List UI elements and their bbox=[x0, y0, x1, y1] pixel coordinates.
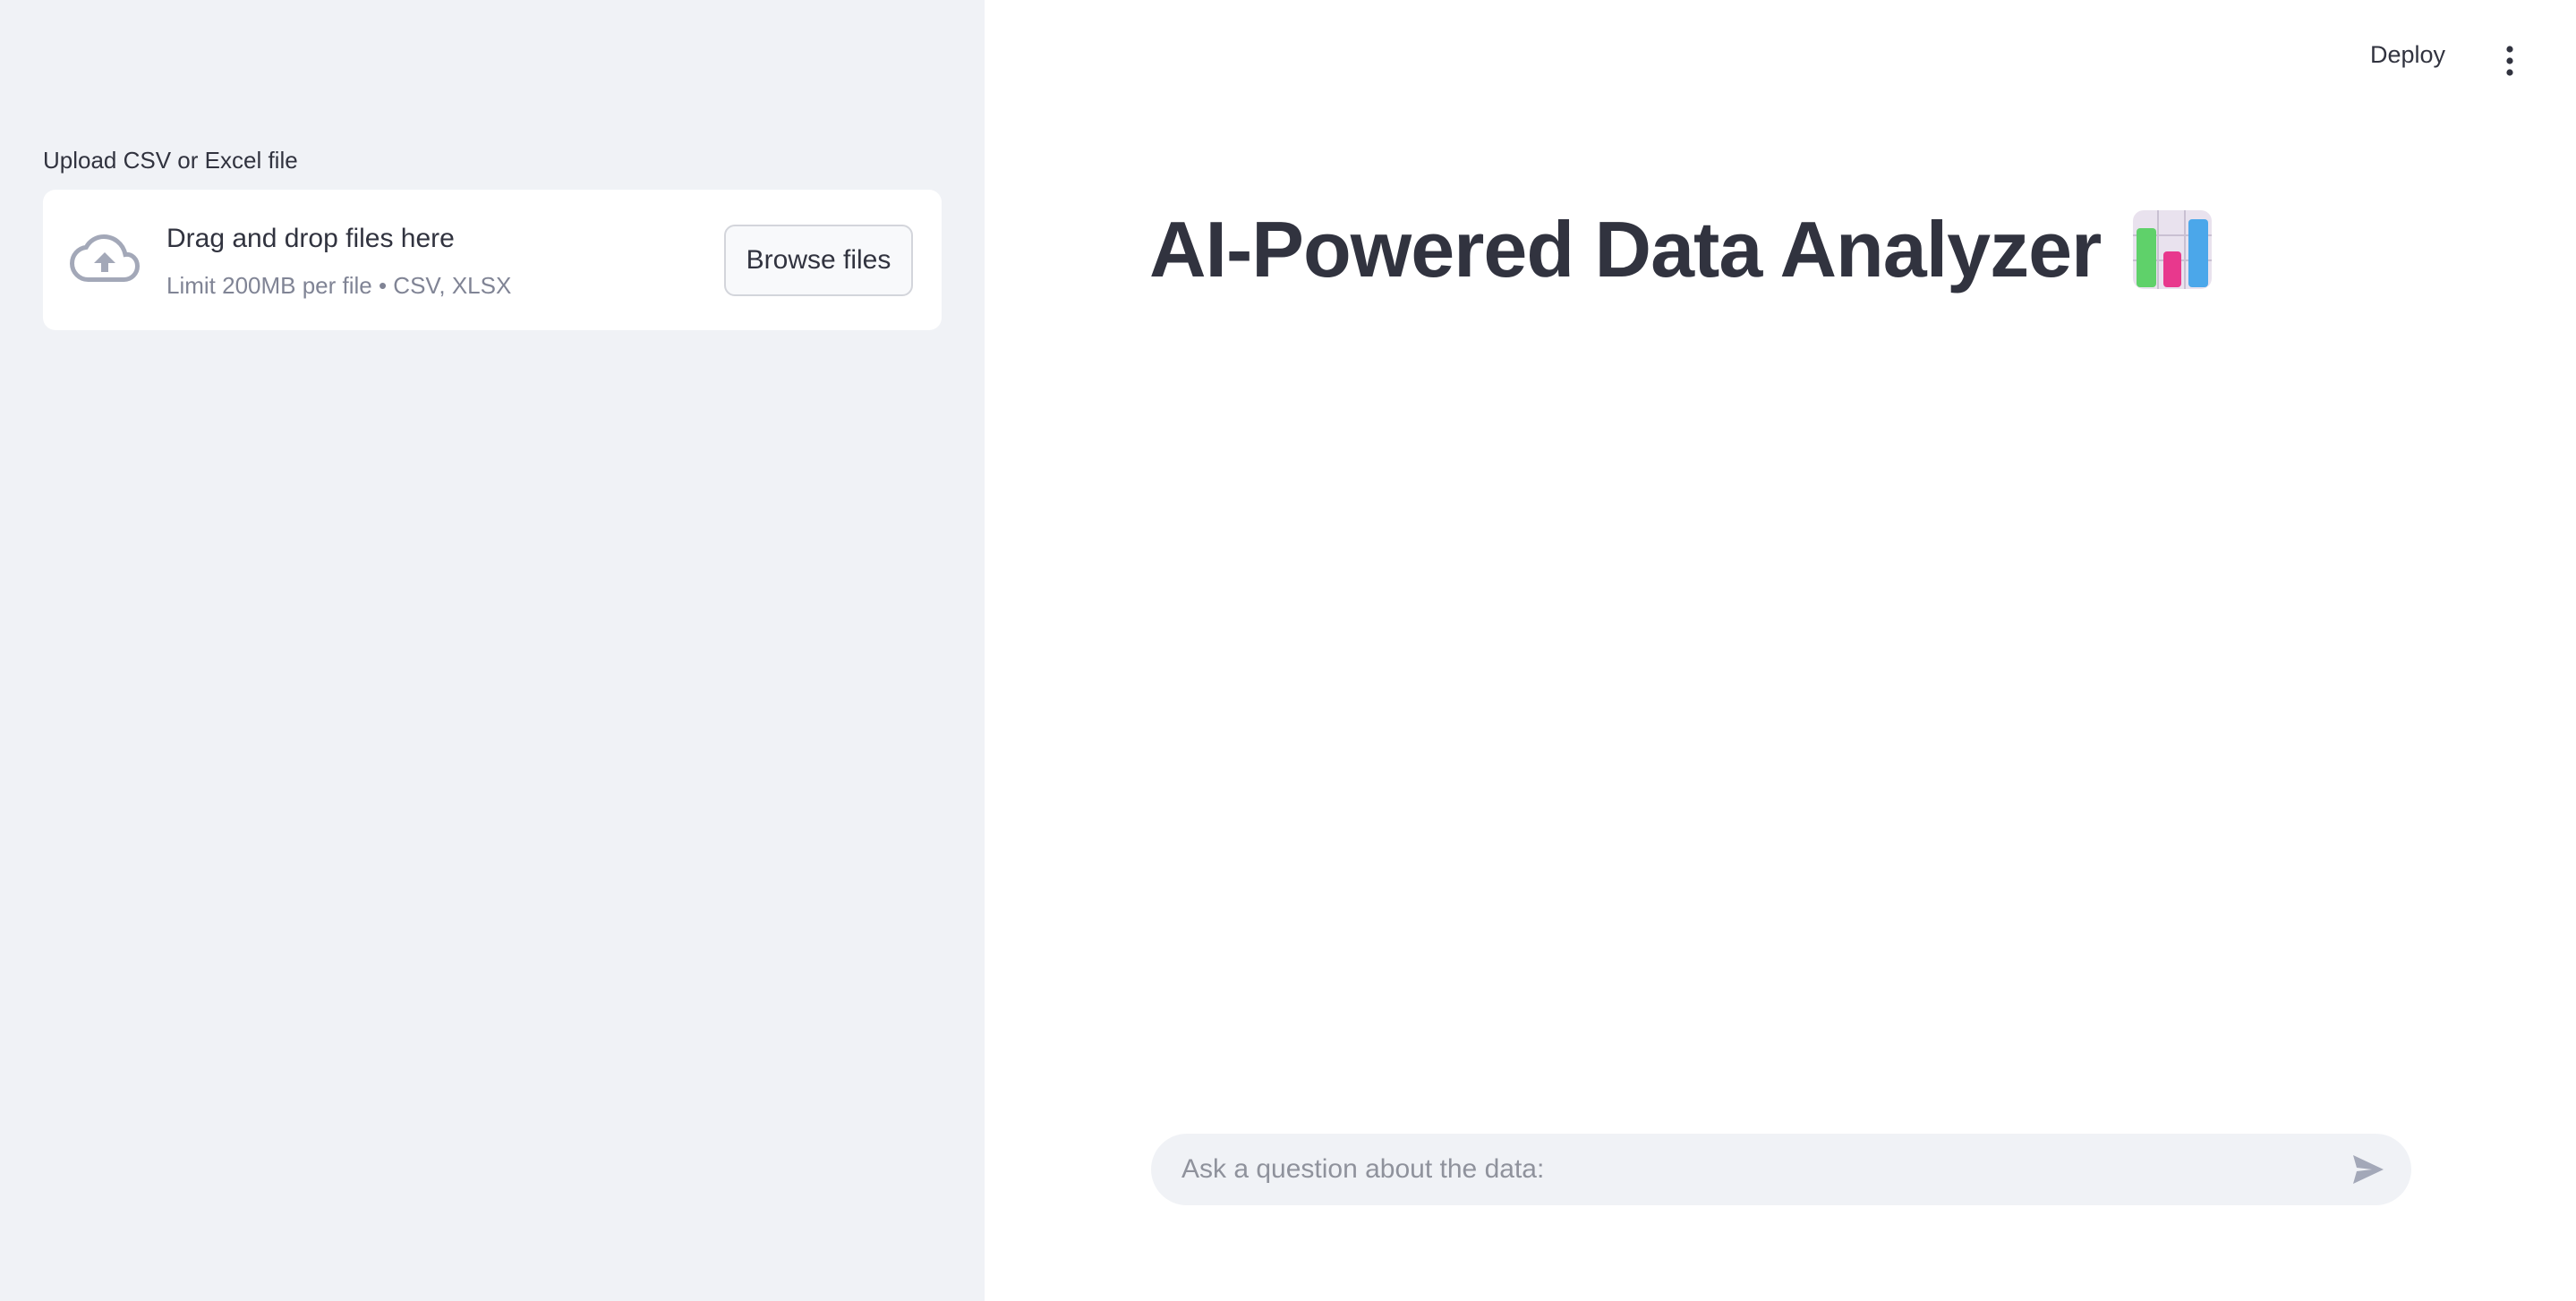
dropzone-title: Drag and drop files here bbox=[166, 224, 455, 253]
deploy-button[interactable]: Deploy bbox=[2370, 41, 2445, 69]
sidebar: Upload CSV or Excel file Drag and drop f… bbox=[0, 0, 985, 1301]
chat-input-container bbox=[1151, 1134, 2411, 1205]
vertical-dots-icon[interactable] bbox=[2501, 45, 2519, 77]
browse-files-button[interactable]: Browse files bbox=[724, 225, 913, 296]
send-icon[interactable] bbox=[2350, 1152, 2386, 1187]
bar-chart-emoji bbox=[2133, 210, 2213, 289]
chat-input[interactable] bbox=[1181, 1134, 2309, 1205]
cloud-upload-icon bbox=[70, 234, 140, 282]
page-title: AI-Powered Data Analyzer bbox=[1149, 205, 2102, 293]
app-root: Upload CSV or Excel file Drag and drop f… bbox=[0, 0, 2576, 1301]
title-row: AI-Powered Data Analyzer bbox=[1149, 204, 2213, 295]
dropzone-limit-text: Limit 200MB per file • CSV, XLSX bbox=[166, 272, 512, 299]
uploader-label: Upload CSV or Excel file bbox=[43, 147, 298, 174]
file-dropzone[interactable]: Drag and drop files here Limit 200MB per… bbox=[43, 190, 942, 330]
